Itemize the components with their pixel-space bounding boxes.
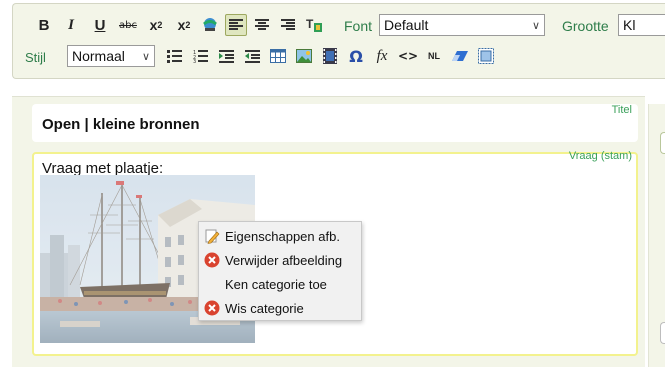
font-label: Font xyxy=(344,18,373,34)
menu-item-image-properties[interactable]: Eigenschappen afb. xyxy=(199,224,361,248)
menu-item-label: Verwijder afbeelding xyxy=(225,252,343,268)
superscript-index: 2 xyxy=(185,20,191,30)
language-button[interactable]: NL xyxy=(423,45,445,67)
bullet-list-icon[interactable] xyxy=(163,45,185,67)
title-tag: Titel xyxy=(611,104,632,116)
style-select[interactable]: Normaal ∨ xyxy=(67,45,155,67)
source-code-button[interactable]: <> xyxy=(397,45,419,67)
align-left-icon[interactable] xyxy=(225,14,247,36)
menu-item-delete-image[interactable]: Verwijder afbeelding xyxy=(199,248,361,272)
chevron-down-icon: ∨ xyxy=(531,18,540,32)
style-label: Stijl xyxy=(25,50,46,65)
menu-item-clear-category[interactable]: Wis categorie xyxy=(199,296,361,320)
menu-item-label: Ken categorie toe xyxy=(225,276,327,292)
eraser-icon[interactable] xyxy=(449,45,471,67)
select-all-icon[interactable] xyxy=(475,45,497,67)
style-select-value: Normaal xyxy=(72,48,125,64)
subscript-base: x xyxy=(149,17,158,33)
editor-toolbar: B I U abc x2 x2 T Font Default ∨ Grootte xyxy=(12,3,665,79)
font-select-value: Default xyxy=(384,17,429,33)
size-select[interactable]: Kl xyxy=(618,14,665,36)
superscript-base: x xyxy=(177,17,186,33)
outdent-icon[interactable] xyxy=(241,45,263,67)
chevron-down-icon: ∨ xyxy=(141,49,150,63)
delete-icon xyxy=(199,296,225,320)
side-button-top[interactable] xyxy=(660,132,665,154)
side-button-bottom[interactable] xyxy=(660,322,665,344)
formula-button[interactable]: fx xyxy=(371,45,393,67)
table-icon[interactable] xyxy=(267,45,289,67)
image-icon[interactable] xyxy=(293,45,315,67)
text-color-icon[interactable]: T xyxy=(303,14,325,36)
media-icon[interactable] xyxy=(319,45,341,67)
size-select-value: Kl xyxy=(623,17,636,33)
stem-tag: Vraag (stam) xyxy=(568,150,632,162)
align-right-icon[interactable] xyxy=(277,14,299,36)
menu-item-assign-category[interactable]: Ken categorie toe xyxy=(199,272,361,296)
bold-button[interactable]: B xyxy=(33,14,55,36)
menu-item-label: Wis categorie xyxy=(225,300,304,316)
italic-button[interactable]: I xyxy=(60,14,82,36)
align-center-icon[interactable] xyxy=(251,14,273,36)
menu-item-label: Eigenschappen afb. xyxy=(225,228,340,244)
context-menu: Eigenschappen afb. Verwijder afbeelding … xyxy=(198,221,362,321)
spellcheck-icon[interactable] xyxy=(199,14,221,36)
underline-button[interactable]: U xyxy=(89,14,111,36)
subscript-index: 2 xyxy=(157,20,163,30)
special-char-button[interactable]: Ω xyxy=(345,45,367,67)
indent-icon[interactable] xyxy=(215,45,237,67)
svg-text:T: T xyxy=(306,17,314,31)
title-text: Open | kleine bronnen xyxy=(42,116,200,133)
superscript-button[interactable]: x2 xyxy=(173,14,195,36)
title-field[interactable]: Titel Open | kleine bronnen xyxy=(32,104,638,142)
strikethrough-button[interactable]: abc xyxy=(117,14,139,36)
delete-icon xyxy=(199,248,225,272)
size-label: Grootte xyxy=(562,18,609,34)
numbered-list-icon[interactable]: 123 xyxy=(189,45,211,67)
subscript-button[interactable]: x2 xyxy=(145,14,167,36)
font-select[interactable]: Default ∨ xyxy=(379,14,545,36)
pencil-icon xyxy=(199,224,225,248)
svg-text:3: 3 xyxy=(193,59,196,63)
